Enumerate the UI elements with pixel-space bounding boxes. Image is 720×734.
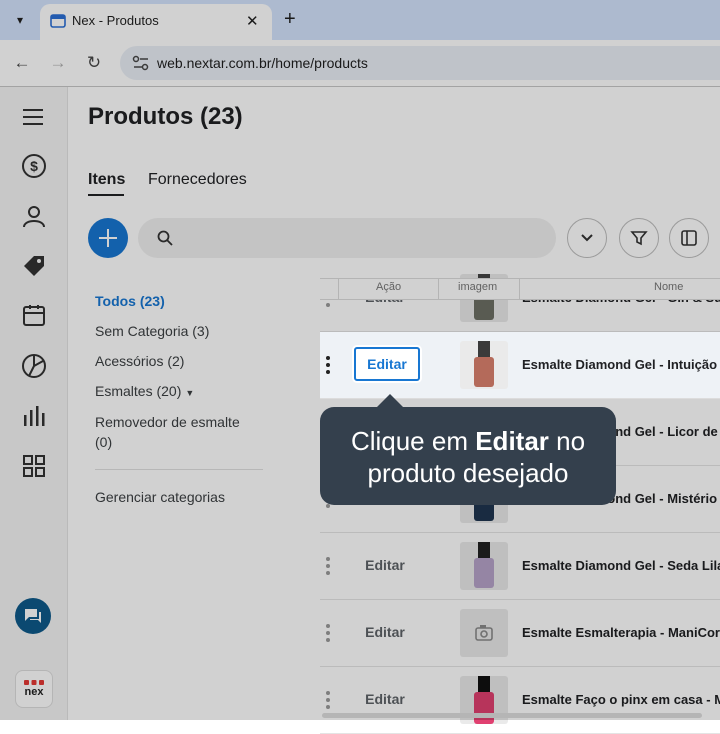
product-name: Esmalte Faço o pinx em casa - M (522, 692, 720, 707)
drag-handle-icon[interactable] (326, 356, 330, 374)
product-name: Esmalte Esmalterapia - ManiCor (522, 625, 720, 640)
table-row[interactable]: Editar Esmalte Diamond Gel - Seda Lila (320, 533, 720, 600)
category-sem-categoria[interactable]: Sem Categoria (3) (95, 323, 209, 339)
table-row[interactable]: Editar Esmalte Faço o pinx em casa - M (320, 667, 720, 734)
caret-down-icon: ▼ (185, 388, 195, 398)
tooltip-line2: produto desejado (367, 458, 569, 488)
drag-handle-icon[interactable] (326, 557, 330, 578)
category-acessorios[interactable]: Acessórios (2) (95, 353, 184, 369)
product-name: Esmalte Diamond Gel - Seda Lila (522, 558, 720, 573)
dollar-icon[interactable]: $ (18, 150, 50, 182)
category-removedor-count: (0) (95, 434, 113, 450)
search-icon (157, 230, 173, 246)
url-text: web.nextar.com.br/home/products (157, 55, 368, 71)
forward-arrow-icon[interactable]: → (46, 51, 70, 75)
svg-text:$: $ (30, 158, 38, 174)
nex-logo-text: nex (24, 686, 44, 698)
chart-pie-icon[interactable] (18, 350, 50, 382)
app-sidebar: $ nex (0, 87, 68, 720)
header-nome[interactable]: Nome (654, 281, 683, 293)
header-divider (438, 279, 439, 299)
search-input[interactable] (138, 218, 556, 258)
filter-icon (630, 231, 648, 246)
category-todos[interactable]: Todos (23) (95, 293, 165, 309)
edit-button[interactable]: Editar (352, 615, 418, 649)
browser-toolbar: ← → ↻ web.nextar.com.br/home/products (0, 40, 720, 87)
active-tab-indicator (88, 194, 124, 196)
address-bar[interactable]: web.nextar.com.br/home/products (120, 46, 720, 80)
header-divider (519, 279, 520, 299)
nex-logo[interactable]: nex (15, 670, 53, 708)
tab-search-chevron-icon[interactable]: ▾ (8, 8, 32, 32)
new-tab-button[interactable]: + (284, 9, 296, 29)
menu-icon[interactable] (18, 101, 50, 133)
edit-button[interactable]: Editar (352, 682, 418, 716)
chevron-down-icon (581, 234, 593, 242)
tooltip-line1: Clique em Editar no (320, 407, 616, 457)
edit-button-highlighted[interactable]: Editar (354, 347, 420, 381)
page-title: Produtos (23) (88, 103, 243, 130)
table-header: Ação imagem Nome (320, 278, 720, 300)
filter-button[interactable] (619, 218, 659, 258)
tooltip-text-bold: Editar (475, 426, 549, 456)
sidebar-layout-icon (681, 230, 697, 246)
browser-tab-strip: ▾ Nex - Produtos ✕ + (0, 0, 720, 40)
browser-tab-active[interactable]: Nex - Produtos ✕ (40, 4, 272, 40)
product-image (460, 542, 508, 590)
site-settings-icon[interactable] (132, 55, 150, 71)
tab-close-icon[interactable]: ✕ (246, 12, 259, 30)
category-esmaltes[interactable]: Esmaltes (20) ▼ (95, 383, 194, 399)
tooltip-text-post: no (548, 426, 586, 456)
chat-icon[interactable] (15, 598, 51, 634)
tab-itens[interactable]: Itens (88, 171, 125, 189)
polish-bottle-icon (474, 542, 494, 588)
table-row[interactable]: Editar Esmalte Esmalterapia - ManiCor (320, 600, 720, 667)
tooltip-arrow (376, 394, 404, 408)
drag-handle-icon[interactable] (326, 624, 330, 645)
horizontal-scrollbar[interactable] (322, 713, 702, 718)
drag-handle-icon[interactable] (326, 691, 330, 712)
add-product-button[interactable] (88, 218, 128, 258)
header-acao[interactable]: Ação (376, 281, 401, 293)
categories-divider (95, 469, 263, 470)
polish-bottle-icon (474, 341, 494, 387)
edit-button[interactable]: Editar (352, 548, 418, 582)
product-image (460, 341, 508, 389)
camera-add-icon (475, 625, 493, 641)
back-arrow-icon[interactable]: ← (10, 51, 34, 75)
store-icon[interactable] (18, 300, 50, 332)
reload-icon[interactable]: ↻ (82, 51, 106, 75)
header-divider (338, 279, 339, 299)
plus-icon (99, 229, 117, 247)
store-favicon-icon (50, 14, 66, 28)
tooltip-text-pre: Clique em (350, 426, 476, 456)
tab-fornecedores[interactable]: Fornecedores (148, 171, 247, 189)
expand-button[interactable] (567, 218, 607, 258)
bar-chart-icon[interactable] (18, 400, 50, 432)
user-icon[interactable] (18, 200, 50, 232)
product-image-placeholder (460, 609, 508, 657)
tag-icon[interactable] (18, 250, 50, 282)
category-removedor[interactable]: Removedor de esmalte (95, 414, 240, 430)
product-name: Esmalte Diamond Gel - Intuição (522, 357, 718, 372)
columns-button[interactable] (669, 218, 709, 258)
category-esmaltes-label: Esmaltes (20) (95, 383, 182, 399)
tour-tooltip: Clique em Editar no produto desejado (320, 407, 616, 505)
grid-icon[interactable] (18, 450, 50, 482)
manage-categories-link[interactable]: Gerenciar categorias (95, 489, 225, 505)
tab-title: Nex - Produtos (72, 13, 159, 28)
header-imagem[interactable]: imagem (458, 281, 497, 293)
